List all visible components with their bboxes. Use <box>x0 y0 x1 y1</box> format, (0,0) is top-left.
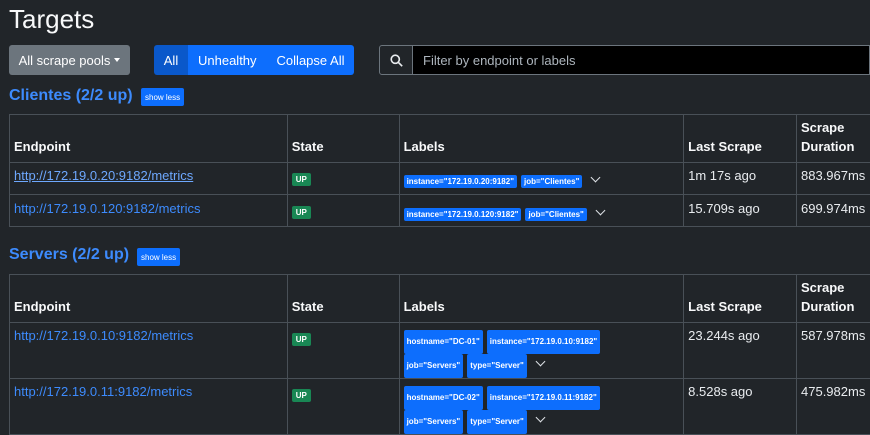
endpoint-link[interactable]: http://172.19.0.120:9182/metrics <box>14 201 200 216</box>
filter-unhealthy-button[interactable]: Unhealthy <box>188 45 267 75</box>
endpoint-link[interactable]: http://172.19.0.10:9182/metrics <box>14 328 193 343</box>
endpoint-link[interactable]: http://172.19.0.11:9182/metrics <box>14 384 192 399</box>
label-badge: instance="172.19.0.10:9182" <box>487 330 600 354</box>
column-header-endpoint: Endpoint <box>10 115 288 163</box>
label-badge: instance="172.19.0.120:9182" <box>404 208 522 221</box>
search-icon <box>379 45 413 75</box>
targets-table-servers: Endpoint State Labels Last Scrape Scrape… <box>9 274 870 435</box>
label-badge: job="Servers" <box>404 410 464 434</box>
state-badge: UP <box>292 333 311 346</box>
label-badge: job="Clientes" <box>525 208 586 221</box>
column-header-last-scrape: Last Scrape <box>684 275 797 323</box>
pool-title-servers[interactable]: Servers (2/2 up) <box>9 246 129 264</box>
state-badge: UP <box>292 206 311 219</box>
label-badge: job="Servers" <box>404 354 464 378</box>
scrape-duration-value: 699.974ms <box>796 195 870 227</box>
page-title: Targets <box>9 4 94 35</box>
label-badge: job="Clientes" <box>521 175 582 188</box>
label-badge: hostname="DC-01" <box>404 330 483 354</box>
caret-down-icon <box>114 58 120 62</box>
table-row: http://172.19.0.120:9182/metrics UP inst… <box>10 195 870 227</box>
label-badge: type="Server" <box>467 410 527 434</box>
column-header-labels: Labels <box>399 115 684 163</box>
filter-all-button[interactable]: All <box>154 45 188 75</box>
label-badge: instance="172.19.0.11:9182" <box>487 386 600 410</box>
table-header-row: Endpoint State Labels Last Scrape Scrape… <box>10 275 870 323</box>
chevron-down-icon[interactable] <box>535 357 545 367</box>
table-row: http://172.19.0.11:9182/metrics UP hostn… <box>10 379 870 435</box>
search-bar <box>379 45 870 75</box>
scrape-duration-value: 883.967ms <box>796 163 870 195</box>
table-row: http://172.19.0.20:9182/metrics UP insta… <box>10 163 870 195</box>
column-header-endpoint: Endpoint <box>10 275 288 323</box>
chevron-down-icon[interactable] <box>591 173 601 183</box>
show-less-button[interactable]: show less <box>137 248 180 266</box>
chevron-down-icon[interactable] <box>595 206 605 216</box>
last-scrape-value: 1m 17s ago <box>684 163 797 195</box>
targets-table-clientes: Endpoint State Labels Last Scrape Scrape… <box>9 114 870 227</box>
column-header-state: State <box>287 115 399 163</box>
label-badge: hostname="DC-02" <box>404 386 483 410</box>
column-header-scrape-duration: ScrapeDuration <box>797 275 870 323</box>
last-scrape-value: 15.709s ago <box>684 195 797 227</box>
state-badge: UP <box>292 389 311 402</box>
last-scrape-value: 23.244s ago <box>684 323 797 379</box>
scrape-pools-label: All scrape pools <box>19 53 111 68</box>
column-header-labels: Labels <box>399 275 684 323</box>
pool-title-clientes[interactable]: Clientes (2/2 up) <box>9 87 133 105</box>
state-badge: UP <box>292 173 311 186</box>
scrape-duration-value: 475.982ms <box>797 379 870 435</box>
health-filter-group: All Unhealthy Collapse All <box>154 45 354 75</box>
table-row: http://172.19.0.10:9182/metrics UP hostn… <box>10 323 870 379</box>
label-badge: type="Server" <box>467 354 527 378</box>
show-less-button[interactable]: show less <box>141 88 184 106</box>
label-badge: instance="172.19.0.20:9182" <box>404 175 517 188</box>
column-header-state: State <box>287 275 399 323</box>
last-scrape-value: 8.528s ago <box>684 379 797 435</box>
toolbar: All scrape pools All Unhealthy Collapse … <box>9 45 870 75</box>
collapse-all-button[interactable]: Collapse All <box>267 45 355 75</box>
column-header-scrape-duration: ScrapeDuration <box>796 115 870 163</box>
scrape-pools-dropdown[interactable]: All scrape pools <box>9 45 130 75</box>
chevron-down-icon[interactable] <box>535 413 545 423</box>
table-header-row: Endpoint State Labels Last Scrape Scrape… <box>10 115 870 163</box>
scrape-duration-value: 587.978ms <box>797 323 870 379</box>
search-input[interactable] <box>413 45 870 75</box>
column-header-last-scrape: Last Scrape <box>684 115 797 163</box>
endpoint-link[interactable]: http://172.19.0.20:9182/metrics <box>14 168 193 183</box>
